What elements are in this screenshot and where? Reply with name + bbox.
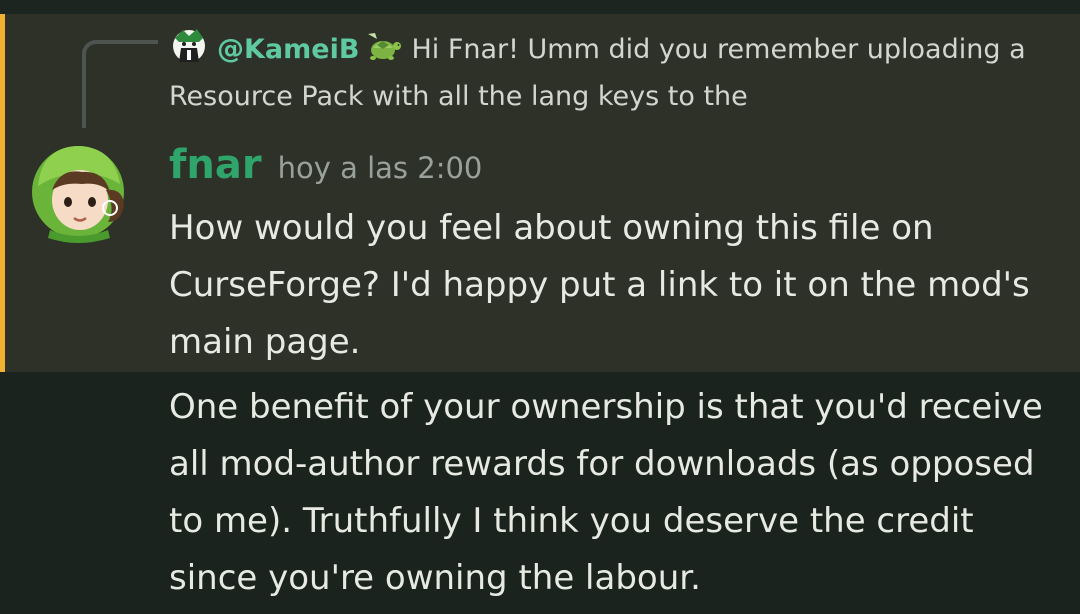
message-text-1: How would you feel about owning this fil…: [169, 208, 1030, 362]
reply-spine: [82, 40, 158, 128]
fnar-avatar-icon[interactable]: [30, 138, 130, 244]
mention-indicator-bar: [0, 14, 5, 372]
message-header: fnar hoy a las 2:00: [169, 142, 482, 188]
turtle-emoji-icon: [363, 30, 403, 60]
previous-message-strip: [0, 0, 1080, 14]
author-name[interactable]: fnar: [169, 142, 262, 188]
reply-user-avatar-icon[interactable]: [169, 28, 209, 64]
message-text-2: One benefit of your ownership is that yo…: [169, 387, 1043, 598]
reply-preview[interactable]: @KameiB Hi Fnar! Umm did you remember up…: [169, 26, 1059, 120]
chat-view: @KameiB Hi Fnar! Umm did you remember up…: [0, 0, 1080, 614]
reply-author-name[interactable]: @KameiB: [217, 34, 359, 65]
message-timestamp[interactable]: hoy a las 2:00: [278, 151, 483, 185]
